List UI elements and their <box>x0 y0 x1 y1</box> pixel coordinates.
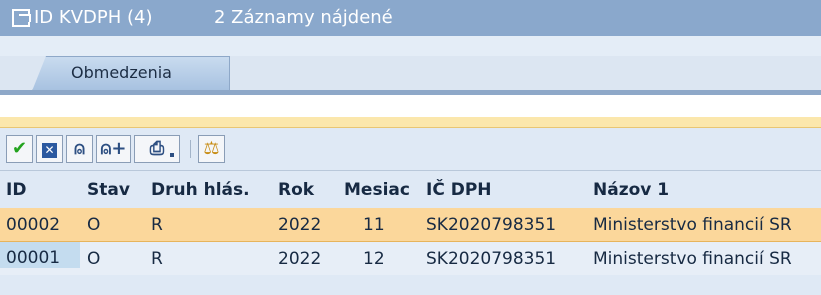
cancel-x-icon: ✕ <box>42 143 57 158</box>
cell-mesiac: 11 <box>363 215 385 235</box>
list-empty-area <box>0 275 821 295</box>
col-header-rok[interactable]: Rok <box>278 180 314 200</box>
col-header-nazov[interactable]: Názov 1 <box>593 180 669 200</box>
restriction-area <box>0 95 821 117</box>
cell-nazov: Ministerstvo financií SR <box>593 249 792 269</box>
tab-obmedzenia[interactable]: Obmedzenia <box>32 56 230 91</box>
dialog-title: ID KVDPH (4) <box>34 7 153 28</box>
cell-nazov: Ministerstvo financií SR <box>593 215 792 235</box>
col-header-id[interactable]: ID <box>6 180 26 200</box>
table-header: ID Stav Druh hlás. Rok Mesiac IČ DPH Náz… <box>0 170 821 209</box>
cell-stav: O <box>87 249 101 269</box>
records-found-text: 2 Záznamy nájdené <box>214 7 393 28</box>
table-row[interactable]: 00001 O R 2022 12 SK2020798351 Ministers… <box>0 242 821 275</box>
tab-label: Obmedzenia <box>71 63 172 82</box>
cell-id: 00001 <box>0 242 80 268</box>
title-spacer <box>0 36 821 56</box>
highlight-bar <box>0 117 821 128</box>
print-button[interactable]: ⎙ <box>134 135 180 163</box>
col-header-druh[interactable]: Druh hlás. <box>151 180 250 200</box>
table-row[interactable]: 00002 O R 2022 11 SK2020798351 Ministers… <box>0 208 821 242</box>
dialog-icon <box>12 9 31 27</box>
cell-icdph: SK2020798351 <box>426 249 557 269</box>
dropdown-indicator-icon[interactable] <box>170 153 174 157</box>
find-next-button[interactable]: ⍝+ <box>96 135 131 163</box>
toolbar-divider <box>190 140 191 158</box>
sort-button[interactable]: ⚖ <box>198 135 225 163</box>
cell-id: 00002 <box>6 215 61 235</box>
binoculars-icon: ⍝ <box>74 138 85 159</box>
binoculars-plus-icon: ⍝+ <box>100 138 127 159</box>
tab-strip: Obmedzenia <box>0 56 821 91</box>
find-button[interactable]: ⍝ <box>66 135 93 163</box>
cell-rok: 2022 <box>278 215 322 235</box>
cell-stav: O <box>87 215 101 235</box>
cell-rok: 2022 <box>278 249 322 269</box>
toolbar: ✔ ✕ ⍝ ⍝+ ⎙ ⚖ <box>0 128 821 170</box>
checkmark-icon: ✔ <box>11 138 28 159</box>
cell-icdph: SK2020798351 <box>426 215 557 235</box>
continue-button[interactable]: ✔ <box>6 135 33 163</box>
cell-druh: R <box>151 215 163 235</box>
cancel-button[interactable]: ✕ <box>36 135 63 163</box>
printer-icon: ⎙ <box>149 138 165 159</box>
col-header-stav[interactable]: Stav <box>87 180 130 200</box>
col-header-mesiac[interactable]: Mesiac <box>344 180 410 200</box>
cell-mesiac: 12 <box>363 249 385 269</box>
sort-icon: ⚖ <box>203 138 220 159</box>
title-bar: ID KVDPH (4) 2 Záznamy nájdené <box>0 0 821 36</box>
col-header-icdph[interactable]: IČ DPH <box>426 180 492 200</box>
cell-druh: R <box>151 249 163 269</box>
